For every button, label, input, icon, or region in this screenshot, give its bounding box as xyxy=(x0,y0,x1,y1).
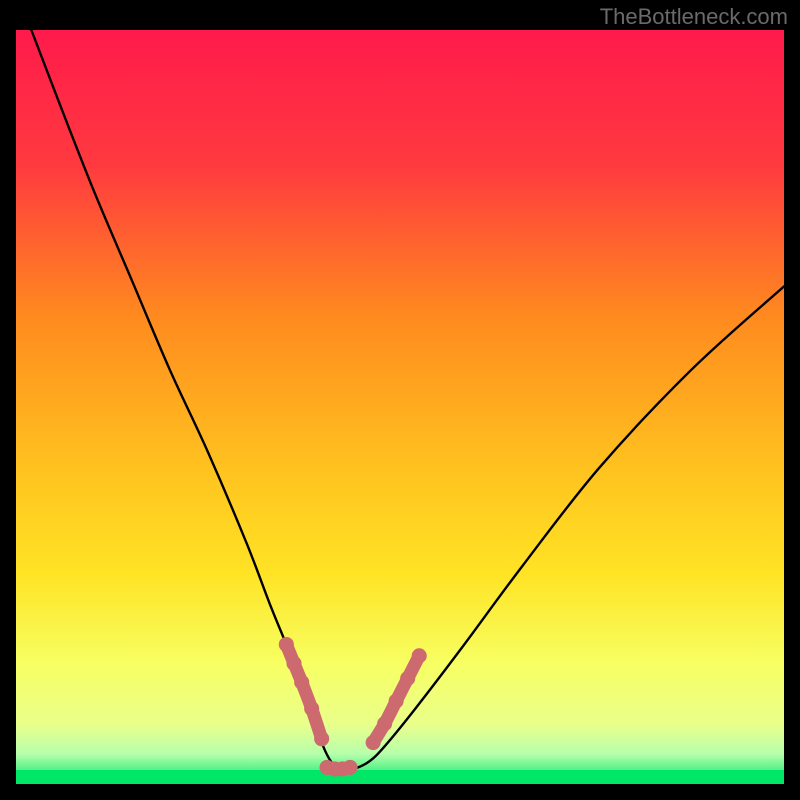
marker-band-right-dot xyxy=(377,716,392,731)
chart-frame: TheBottleneck.com xyxy=(0,0,800,800)
marker-band-left-dot xyxy=(294,675,309,690)
marker-band-bottom-dot xyxy=(343,760,358,775)
marker-band-right-dot xyxy=(366,735,381,750)
chart-svg xyxy=(0,0,800,800)
marker-band-right-dot xyxy=(389,694,404,709)
watermark-text: TheBottleneck.com xyxy=(600,4,788,30)
marker-band-left-dot xyxy=(314,731,329,746)
marker-band-left-dot xyxy=(279,637,294,652)
marker-band-left-dot xyxy=(304,701,319,716)
marker-band-right-dot xyxy=(400,671,415,686)
marker-band-left-dot xyxy=(286,656,301,671)
marker-band-right-dot xyxy=(412,648,427,663)
plot-background xyxy=(16,30,784,784)
bottom-green-strip xyxy=(16,770,784,784)
